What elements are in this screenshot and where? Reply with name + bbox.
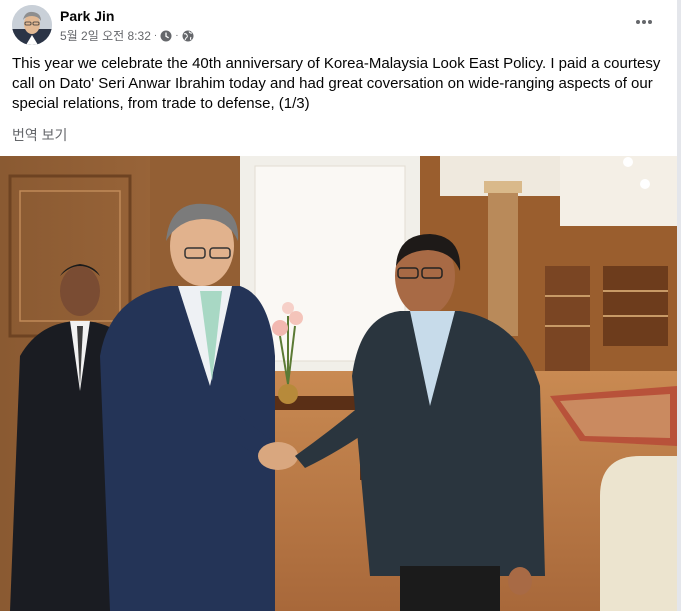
meta-separator-2: · bbox=[175, 30, 179, 41]
see-translation-link[interactable]: 번역 보기 bbox=[12, 125, 67, 145]
meta-separator: · bbox=[153, 30, 158, 41]
post-photo[interactable] bbox=[0, 156, 677, 611]
clock-icon bbox=[160, 30, 172, 42]
meeting-photo-illustration bbox=[0, 156, 677, 611]
author-avatar[interactable] bbox=[12, 5, 52, 45]
more-horizontal-icon bbox=[636, 20, 652, 24]
scrollbar-track[interactable] bbox=[677, 0, 681, 611]
post-options-button[interactable] bbox=[631, 11, 657, 33]
post-header: Park Jin 5월 2일 오전 8:32 · · bbox=[12, 5, 667, 47]
globe-icon[interactable] bbox=[182, 30, 194, 42]
post-timestamp[interactable]: 5월 2일 오전 8:32 bbox=[60, 27, 151, 44]
post-meta: 5월 2일 오전 8:32 · · bbox=[60, 27, 194, 44]
author-name[interactable]: Park Jin bbox=[60, 8, 114, 24]
post-card: Park Jin 5월 2일 오전 8:32 · · This year we … bbox=[0, 0, 677, 611]
post-body-text: This year we celebrate the 40th annivers… bbox=[12, 55, 661, 112]
